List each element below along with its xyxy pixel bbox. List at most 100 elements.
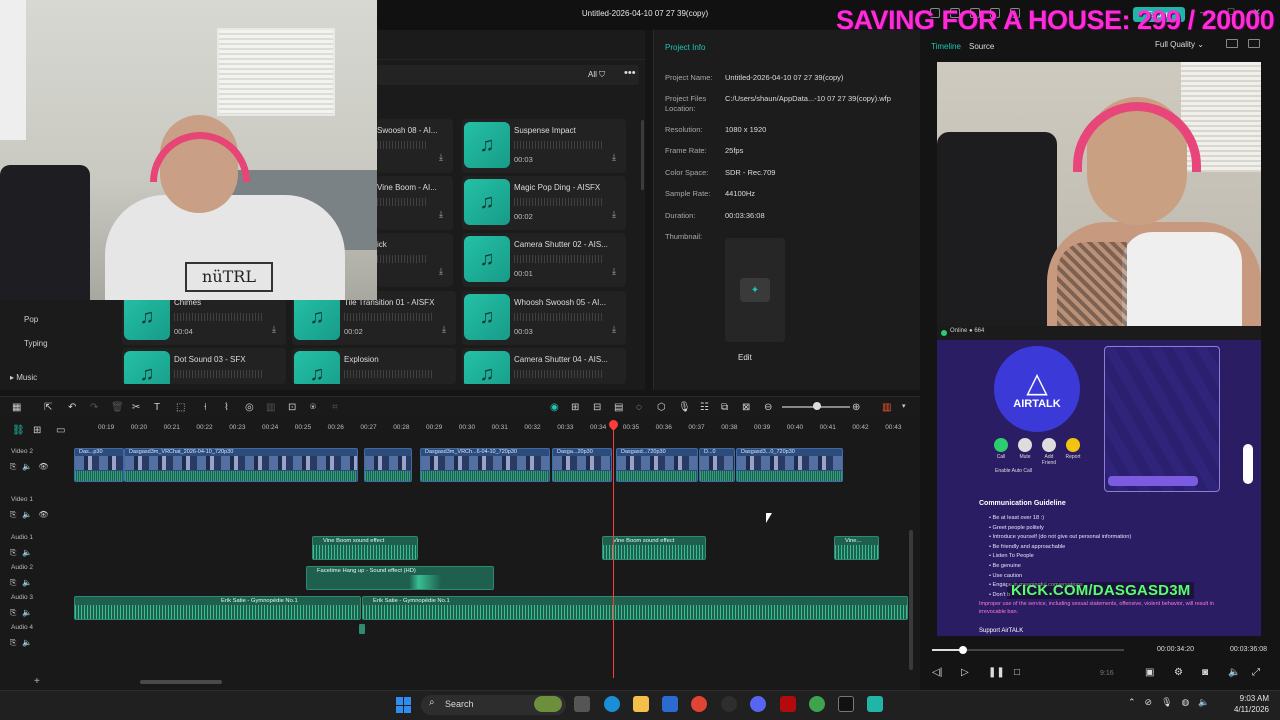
obs-icon[interactable]	[721, 696, 737, 712]
timeline-ruler[interactable]: 00:19 00:20 00:21 00:22 00:23 00:24 00:25 00:26…	[74, 424, 914, 436]
sfx-card[interactable]: ♫ Camera Shutter 02 - AIS... 00:01 ⤓	[462, 233, 626, 287]
sfx-card[interactable]: ick ⤓	[377, 233, 453, 287]
previous-frame-icon[interactable]: ◁|	[932, 667, 942, 678]
download-icon[interactable]: ⤓	[439, 209, 443, 220]
add-icon[interactable]: +	[34, 676, 40, 687]
marker-icon[interactable]: ⊟	[593, 402, 601, 413]
video-clip[interactable]: Dasga...20p30	[552, 448, 612, 482]
thumbnail-preview[interactable]: ✦	[725, 238, 785, 342]
mixer-icon[interactable]: ☷	[700, 402, 709, 413]
magnet-icon[interactable]: ⊞	[571, 402, 579, 413]
track-controls[interactable]: ⎘🔈	[10, 638, 38, 648]
snap-icon[interactable]: ◉	[550, 402, 559, 413]
sfx-card[interactable]: Vine Boom - AI... ⤓	[377, 176, 453, 230]
edit-thumbnail-button[interactable]: Edit	[738, 353, 752, 362]
audio-clip-marker[interactable]	[359, 624, 365, 634]
text-icon[interactable]: T	[154, 402, 160, 413]
crop-icon[interactable]: ⬚	[176, 402, 185, 413]
sfx-card[interactable]: ♫ Whoosh Swoosh 05 - AI... 00:03 ⤓	[462, 291, 626, 345]
taskbar-time[interactable]: 9:03 AM	[1215, 694, 1269, 703]
zoom-in-icon[interactable]: ⊕	[852, 402, 860, 413]
video-clip[interactable]: Dasgasd3m_VRChat_2026-04-10_720p30	[124, 448, 358, 482]
video-clip[interactable]: Dasgasd3...0_720p30	[736, 448, 843, 482]
track-settings-icon[interactable]: ▭	[56, 425, 65, 436]
fullscreen-icon[interactable]: ⤢	[1252, 667, 1260, 678]
track-controls[interactable]: ⎘🔈👁	[10, 462, 55, 472]
discord-icon[interactable]	[750, 696, 766, 712]
zoom-slider-knob[interactable]	[813, 402, 821, 410]
zoom-out-icon[interactable]: ⊖	[764, 402, 772, 413]
chrome-icon[interactable]	[691, 696, 707, 712]
tab-source[interactable]: Source	[969, 42, 994, 51]
download-icon[interactable]: ⤓	[439, 266, 443, 277]
delete-icon[interactable]: 🗑	[111, 402, 124, 413]
render-icon[interactable]: ▤	[614, 402, 623, 413]
pip-icon[interactable]: ⧉	[721, 402, 728, 413]
download-icon[interactable]: ⤓	[612, 324, 616, 335]
download-icon[interactable]: ⤓	[442, 324, 446, 335]
aspect-ratio[interactable]: 9:16	[1100, 670, 1114, 677]
transform-icon[interactable]: ⊡	[288, 402, 296, 413]
audio-clip[interactable]: Facetime Hang up - Sound effect (HD)	[306, 566, 494, 590]
windows-start-icon[interactable]	[396, 697, 412, 713]
speed-icon[interactable]: ◎	[245, 402, 254, 413]
audio-clip[interactable]: Vine Boom sound effect	[602, 536, 706, 560]
file-explorer-icon[interactable]	[633, 696, 649, 712]
settings-icon[interactable]: ⚙	[1174, 667, 1183, 678]
timeline-h-scrollbar[interactable]	[140, 680, 222, 684]
download-icon[interactable]: ⤓	[272, 324, 276, 335]
quality-dropdown[interactable]: Full Quality ⌄	[1155, 40, 1204, 49]
pause-icon[interactable]: ❚❚	[988, 667, 1005, 678]
play-icon[interactable]: ▷	[961, 667, 969, 678]
track-layout-icon[interactable]: ▥	[882, 402, 891, 413]
video-clip[interactable]: Dasgasd...720p30	[616, 448, 698, 482]
video-clip[interactable]: D...0	[699, 448, 735, 482]
download-icon[interactable]: ⤓	[612, 152, 616, 163]
track-controls[interactable]: ⎘🔈	[10, 578, 38, 588]
video-clip[interactable]: Dasgasd3m_VRCh...6-04-10_720p30	[420, 448, 550, 482]
audio-clip[interactable]: Erik Satie - Gymnopédie No.1	[74, 596, 361, 620]
store-icon[interactable]	[662, 696, 678, 712]
task-view-icon[interactable]	[574, 696, 590, 712]
undo-icon[interactable]: ↶	[68, 402, 76, 413]
filmora-icon[interactable]	[867, 696, 883, 712]
track-controls[interactable]: ⎘🔈👁	[10, 510, 55, 520]
audio-stretch-icon[interactable]: ⌇	[224, 402, 229, 413]
link-icon[interactable]: ⛓	[12, 425, 25, 436]
download-icon[interactable]: ⤓	[439, 152, 443, 163]
sfx-card[interactable]: ♫ Suspense Impact 00:03 ⤓	[462, 119, 626, 173]
magic-icon[interactable]: ⍟	[310, 402, 316, 413]
preview-progress-knob[interactable]	[958, 646, 967, 654]
system-tray[interactable]: ⌃⊘🎙◍🔈	[1128, 697, 1219, 708]
camera-icon[interactable]: ◙	[1202, 667, 1208, 678]
video-clip[interactable]: Das...p30	[74, 448, 124, 482]
add-track-icon[interactable]: ⊞	[33, 425, 41, 436]
media-scrollbar[interactable]	[641, 120, 644, 190]
sfx-card[interactable]: ♫ Magic Pop Ding - AISFX 00:02 ⤓	[462, 176, 626, 230]
download-icon[interactable]: ⤓	[612, 266, 616, 277]
category-pop[interactable]: Pop	[24, 315, 38, 324]
video-clip[interactable]	[364, 448, 412, 482]
stop-icon[interactable]: □	[1014, 667, 1020, 678]
widget-icon[interactable]	[534, 696, 562, 712]
sfx-card[interactable]: ♫ Dot Sound 03 - SFX	[122, 348, 286, 384]
filter-dropdown[interactable]: All ⛉	[588, 70, 605, 80]
audio-clip[interactable]: Vine...	[834, 536, 879, 560]
sfx-card[interactable]: ♫ Camera Shutter 04 - AIS...	[462, 348, 626, 384]
split-icon[interactable]: ✂	[132, 402, 140, 413]
adobe-icon[interactable]	[780, 696, 796, 712]
sfx-card[interactable]: ♫ Explosion	[292, 348, 456, 384]
volume-icon[interactable]: 🔈	[1228, 667, 1240, 678]
track-controls[interactable]: ⎘🔈	[10, 548, 38, 558]
track-controls[interactable]: ⎘🔈	[10, 608, 38, 618]
ai-tool-icon[interactable]: ⍿	[204, 402, 207, 413]
mic-icon[interactable]: 🎙	[678, 402, 691, 413]
group-icon[interactable]: ⌗	[332, 402, 338, 413]
replace-icon[interactable]: ⊠	[742, 402, 750, 413]
timeline-v-scrollbar[interactable]	[909, 530, 913, 670]
layout-grid-icon[interactable]: ▦	[12, 402, 21, 413]
audio-clip[interactable]: Erik Satie - Gymnopédie No.1	[362, 596, 908, 620]
taskbar-date[interactable]: 4/11/2026	[1215, 705, 1269, 714]
freeze-icon[interactable]: ▥	[266, 402, 275, 413]
select-pointer-icon[interactable]: ⇱	[44, 402, 52, 413]
